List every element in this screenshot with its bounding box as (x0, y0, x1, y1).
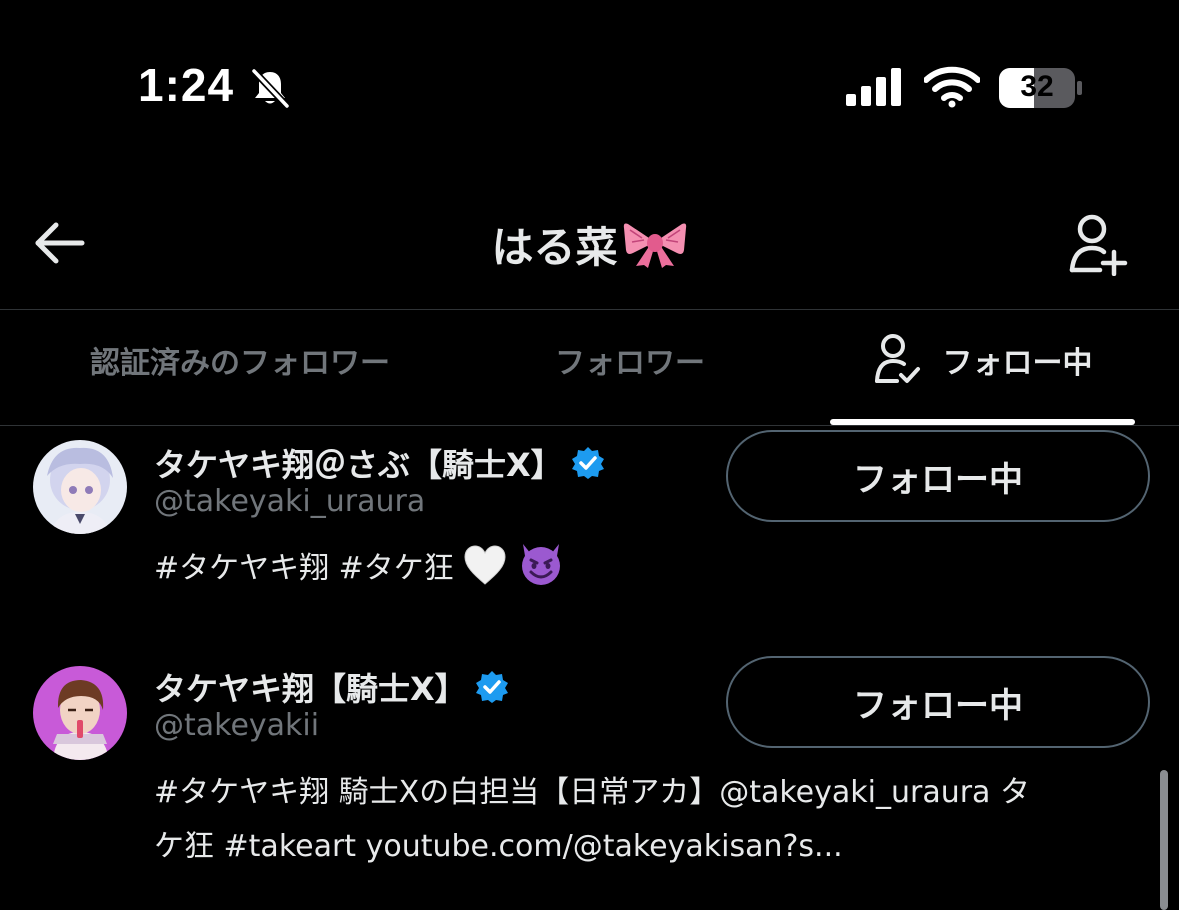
tab-verified-followers[interactable]: 認証済みのフォロワー (40, 310, 440, 410)
user-display-name-row: タケヤキ翔＠さぶ【騎士X】 (154, 440, 605, 486)
avatar[interactable] (33, 440, 127, 534)
ribbon-emoji-icon (623, 223, 686, 268)
smiling-imp-emoji-icon (521, 544, 560, 585)
display-name: タケヤキ翔＠さぶ【騎士X】 (154, 446, 563, 484)
person-plus-icon (1069, 214, 1128, 276)
wifi-icon (924, 66, 980, 108)
user-bio-line: ケ狂 #takeart youtube.com/@takeyakisan?s..… (154, 829, 843, 864)
tab-bar: 認証済みのフォロワー フォロワー フォロー中 (0, 310, 1179, 426)
user-display-name-row: タケヤキ翔【騎士X】 (154, 664, 509, 710)
tab-followers[interactable]: フォロワー (480, 310, 780, 410)
white-heart-emoji-icon (464, 545, 506, 585)
tab-following[interactable]: フォロー中 (830, 310, 1135, 410)
following-button[interactable]: フォロー中 (726, 656, 1150, 748)
user-list-item[interactable]: タケヤキ翔【騎士X】 @takeyakii #タケヤキ翔 騎士Xの白担当【日常ア… (0, 652, 1179, 905)
verified-badge-icon (571, 447, 604, 479)
user-list-item[interactable]: タケヤキ翔＠さぶ【騎士X】 @takeyaki_uraura #タケヤキ翔 #タ… (0, 426, 1179, 656)
status-bar: 1:24 32 (0, 0, 1179, 180)
verified-badge-icon (475, 671, 508, 703)
page-title-text: はる菜 (491, 223, 618, 272)
tab-label: 認証済みのフォロワー (90, 346, 390, 381)
tab-label: フォロー中 (942, 346, 1093, 381)
user-bio: #タケヤキ翔 #タケ狂 (154, 540, 1134, 596)
user-bio: #タケヤキ翔 騎士Xの白担当【日常アカ】@takeyaki_uraura タ ケ… (154, 766, 1134, 874)
battery-level: 32 (1020, 70, 1054, 103)
user-handle: @takeyaki_uraura (154, 484, 426, 519)
user-bio-text: #タケヤキ翔 #タケ狂 (154, 551, 454, 586)
scrollbar[interactable] (1160, 770, 1168, 910)
following-button[interactable]: フォロー中 (726, 430, 1150, 522)
user-handle: @takeyakii (154, 708, 320, 743)
header: はる菜 (0, 190, 1179, 308)
avatar[interactable] (33, 666, 127, 760)
cellular-signal-icon (846, 68, 901, 106)
add-user-button[interactable] (1064, 212, 1132, 276)
user-bio-line: #タケヤキ翔 騎士Xの白担当【日常アカ】@takeyaki_uraura タ (154, 775, 1030, 810)
status-time: 1:24 (138, 59, 235, 111)
display-name: タケヤキ翔【騎士X】 (154, 670, 467, 708)
tab-label: フォロワー (555, 346, 705, 381)
page-title: はる菜 (0, 214, 1179, 275)
bell-slash-icon (251, 68, 290, 109)
person-check-icon (874, 334, 920, 383)
